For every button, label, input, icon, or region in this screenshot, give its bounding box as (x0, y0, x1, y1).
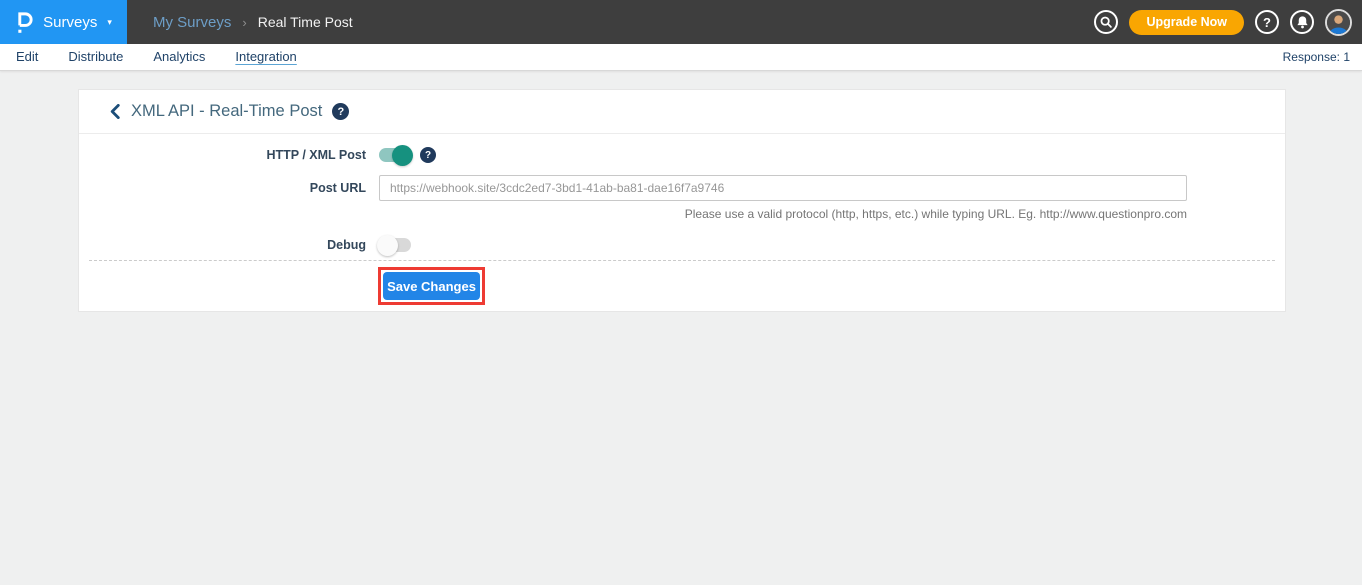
question-mark-icon: ? (1263, 15, 1271, 30)
help-button[interactable]: ? (1255, 10, 1279, 34)
tab-distribute[interactable]: Distribute (68, 49, 123, 65)
toggle-knob (377, 235, 398, 256)
post-url-row: Post URL (79, 175, 1285, 201)
product-label: Surveys (43, 14, 97, 31)
upgrade-now-button[interactable]: Upgrade Now (1129, 10, 1244, 35)
search-button[interactable] (1094, 10, 1118, 34)
http-xml-post-label: HTTP / XML Post (79, 148, 366, 162)
bell-icon (1296, 15, 1309, 29)
card-header: XML API - Real-Time Post ? (79, 90, 1285, 134)
debug-toggle[interactable] (379, 238, 411, 252)
breadcrumb-separator-icon: › (242, 15, 246, 30)
debug-row: Debug (79, 238, 1285, 252)
toggle-knob (392, 145, 413, 166)
tab-analytics[interactable]: Analytics (153, 49, 205, 65)
back-button[interactable] (109, 104, 121, 119)
title-help-icon[interactable]: ? (332, 103, 349, 120)
questionpro-logo-icon (15, 10, 34, 34)
url-hint-row: Please use a valid protocol (http, https… (79, 207, 1285, 221)
debug-label: Debug (79, 238, 366, 252)
response-count: Response: 1 (1283, 50, 1350, 64)
http-xml-post-row: HTTP / XML Post ? (79, 147, 1285, 163)
tab-integration[interactable]: Integration (235, 49, 296, 65)
search-icon (1099, 15, 1113, 29)
http-post-help-icon[interactable]: ? (420, 147, 436, 163)
breadcrumb: My Surveys › Real Time Post (153, 14, 353, 31)
url-hint-text: Please use a valid protocol (http, https… (379, 207, 1187, 221)
breadcrumb-current-survey: Real Time Post (258, 14, 353, 30)
user-avatar[interactable] (1325, 9, 1352, 36)
post-url-input[interactable] (379, 175, 1187, 201)
page-title: XML API - Real-Time Post (131, 102, 322, 121)
highlight-annotation: Save Changes (378, 267, 485, 305)
page-content: XML API - Real-Time Post ? HTTP / XML Po… (0, 71, 1362, 312)
product-switcher[interactable]: Surveys ▾ (0, 0, 127, 44)
save-changes-button[interactable]: Save Changes (383, 272, 480, 300)
integration-settings-card: XML API - Real-Time Post ? HTTP / XML Po… (78, 89, 1286, 312)
caret-down-icon: ▾ (107, 17, 112, 28)
breadcrumb-my-surveys[interactable]: My Surveys (153, 14, 231, 31)
top-navbar: Surveys ▾ My Surveys › Real Time Post Up… (0, 0, 1362, 44)
card-footer: Save Changes (89, 260, 1275, 311)
notifications-button[interactable] (1290, 10, 1314, 34)
http-xml-post-toggle[interactable] (379, 148, 411, 162)
post-url-label: Post URL (79, 181, 366, 195)
topbar-actions: Upgrade Now ? (1094, 0, 1352, 44)
tab-edit[interactable]: Edit (16, 49, 38, 65)
survey-tabs-bar: Edit Distribute Analytics Integration Re… (0, 44, 1362, 71)
